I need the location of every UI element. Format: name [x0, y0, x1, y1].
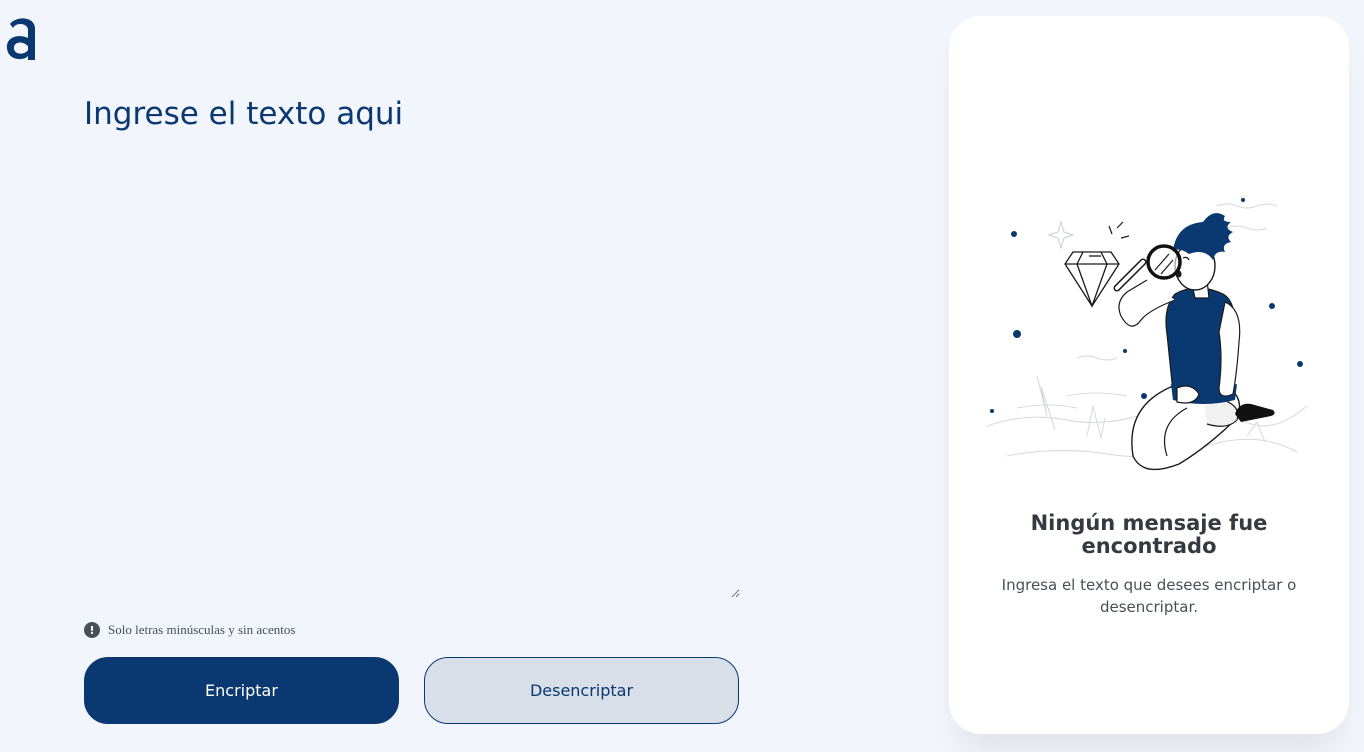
hint-text: Solo letras minúsculas y sin acentos	[108, 622, 296, 637]
person-with-magnifying-glass-illustration	[986, 198, 1308, 471]
empty-state-description: Ingresa el texto que desees encriptar o …	[1001, 576, 1297, 616]
encrypt-button[interactable]: Encriptar	[84, 657, 399, 724]
text-input[interactable]	[84, 92, 740, 598]
input-hint: ! Solo letras minúsculas y sin acentos	[84, 622, 295, 638]
page: ! Solo letras minúsculas y sin acentos E…	[0, 0, 1364, 752]
alura-logo-icon[interactable]	[4, 14, 40, 64]
exclamation-circle-icon: !	[84, 622, 100, 638]
output-panel: Ningún mensaje fue encontrado Ingresa el…	[949, 16, 1349, 734]
decrypt-button-label: Desencriptar	[529, 681, 634, 700]
empty-state-title: Ningún mensaje fue encontrado	[1030, 511, 1268, 558]
encrypt-button-label: Encriptar	[205, 681, 278, 700]
decrypt-button[interactable]: Desencriptar	[424, 657, 739, 724]
